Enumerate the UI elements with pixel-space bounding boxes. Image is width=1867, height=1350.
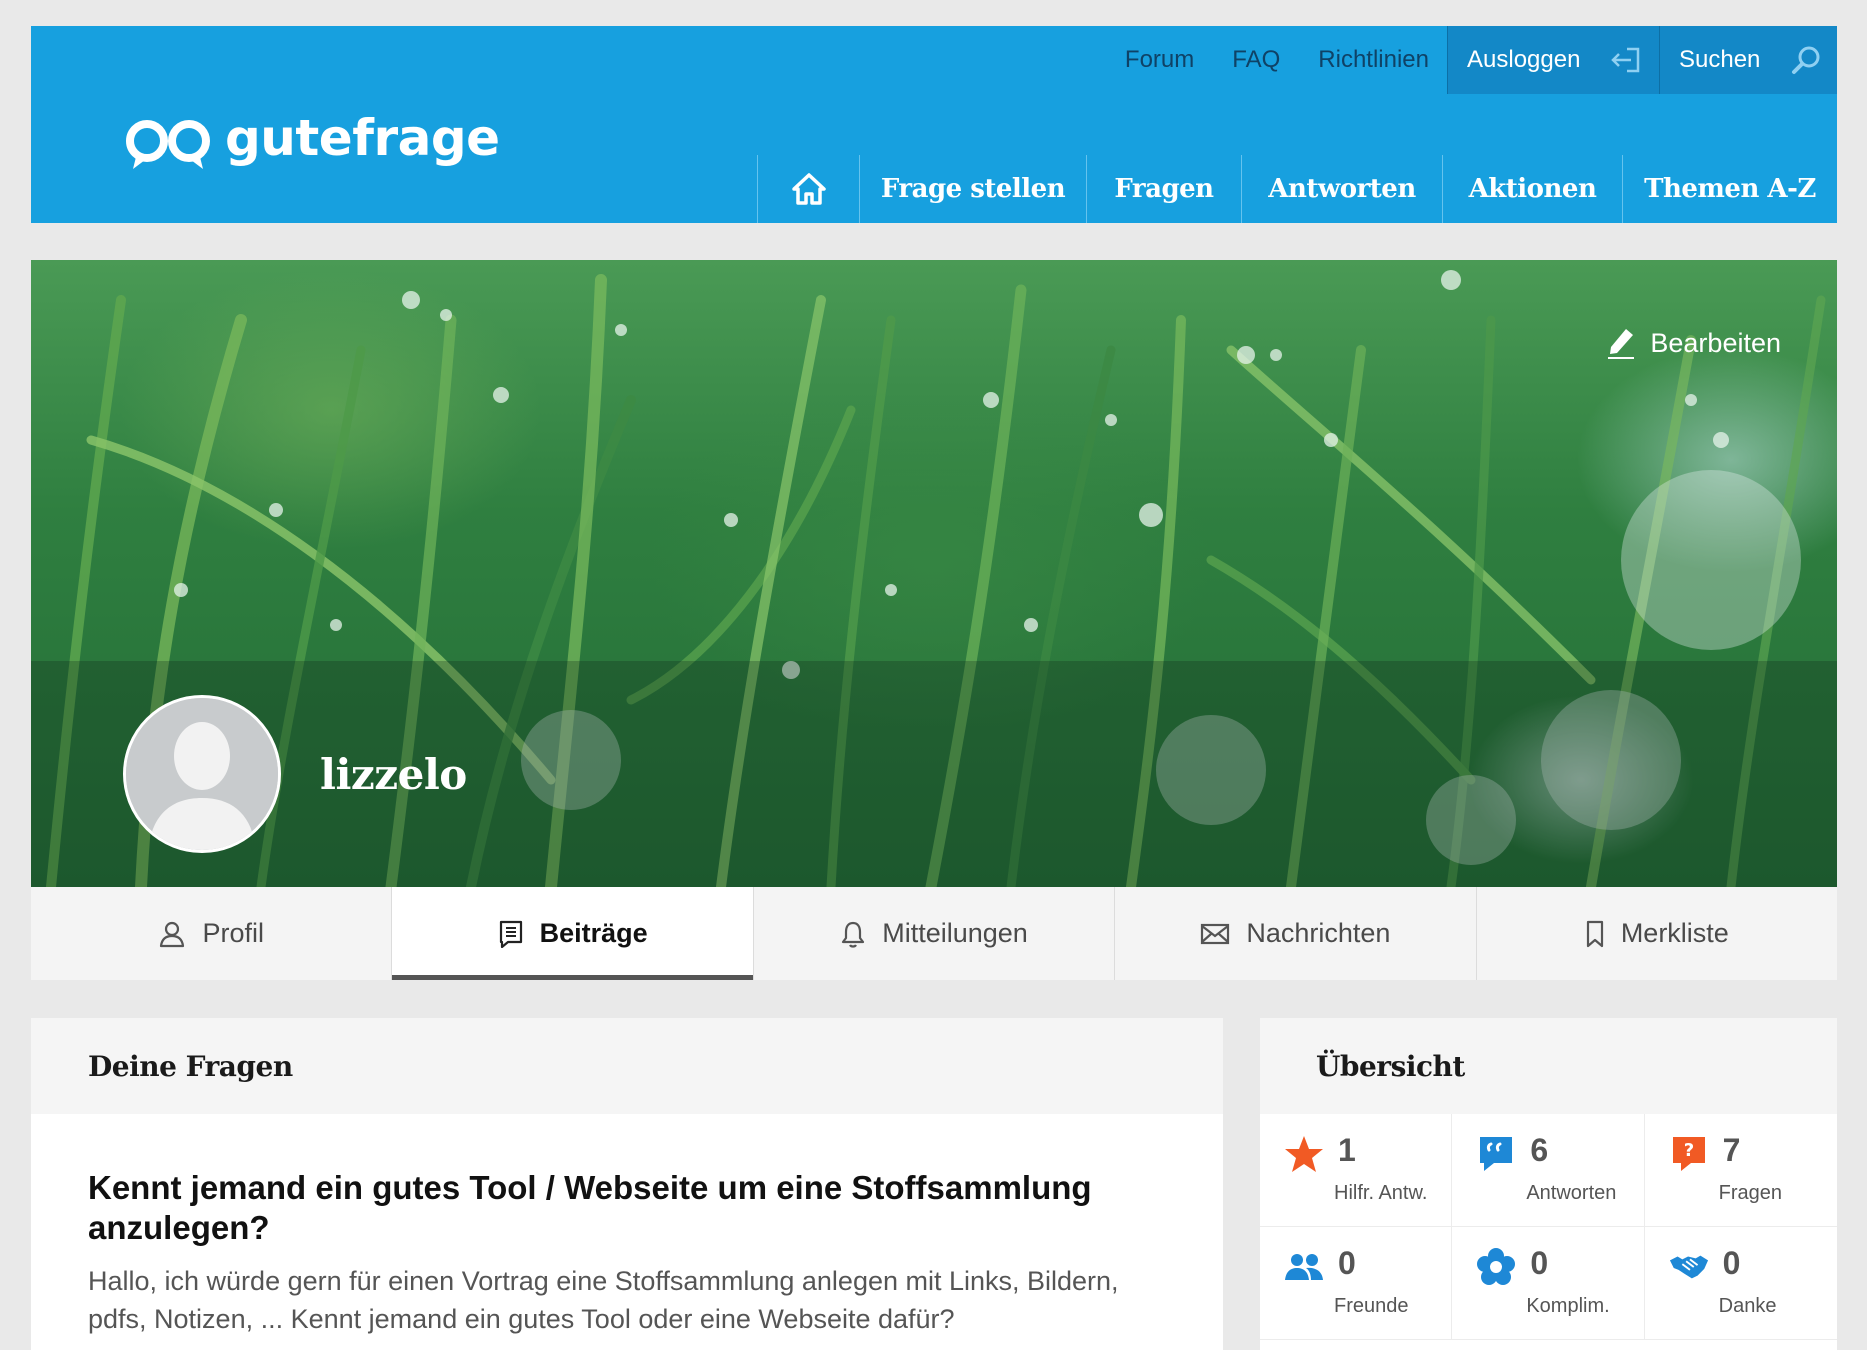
pencil-icon	[1608, 329, 1635, 359]
question-title-link[interactable]: Kennt jemand ein gutes Tool / Webseite u…	[88, 1168, 1166, 1248]
stat-value: 0	[1338, 1245, 1356, 1281]
home-icon	[791, 173, 826, 205]
tab-nachrichten[interactable]: Nachrichten	[1114, 887, 1475, 980]
logout-label: Ausloggen	[1467, 46, 1581, 73]
overview-stats-grid: 1 Hilfr. Antw. 6 Antworten ? 7 Fragen 0 …	[1260, 1114, 1837, 1340]
edit-cover-label: Bearbeiten	[1650, 327, 1781, 358]
stat-value: 1	[1338, 1132, 1356, 1168]
tab-beitraege-label: Beiträge	[539, 918, 648, 948]
tab-merkliste-label: Merkliste	[1620, 918, 1729, 948]
site-header: gutefrage Forum FAQ Richtlinien Auslogge…	[31, 26, 1837, 223]
search-button[interactable]: Suchen	[1659, 26, 1837, 94]
search-label: Suchen	[1679, 46, 1761, 73]
envelope-icon	[1201, 923, 1230, 944]
top-link-richtlinien[interactable]: Richtlinien	[1299, 26, 1447, 94]
tab-profil-label: Profil	[202, 918, 264, 948]
nav-frage-stellen[interactable]: Frage stellen	[859, 155, 1086, 223]
bell-icon	[842, 921, 865, 948]
tab-beitraege[interactable]: Beiträge	[391, 887, 754, 980]
profile-cover-image: Bearbeiten lizzelo	[31, 260, 1837, 887]
stat-hilfreiche-antworten[interactable]: 1 Hilfr. Antw.	[1260, 1114, 1453, 1227]
stat-label: Antworten	[1526, 1182, 1617, 1204]
questions-heading: Deine Fragen	[31, 1018, 1223, 1114]
nav-home[interactable]	[757, 155, 859, 223]
stat-fragen[interactable]: ? 7 Fragen	[1644, 1114, 1837, 1227]
tab-profil[interactable]: Profil	[31, 887, 391, 980]
top-nav: Forum FAQ Richtlinien Ausloggen Suchen	[1106, 26, 1837, 94]
stat-label: Komplim.	[1526, 1295, 1610, 1317]
stat-value: 6	[1530, 1132, 1549, 1168]
search-icon	[1792, 46, 1820, 74]
logo-icon	[126, 120, 210, 169]
top-link-faq[interactable]: FAQ	[1213, 26, 1299, 94]
logout-button[interactable]: Ausloggen	[1447, 26, 1659, 94]
nav-aktionen[interactable]: Aktionen	[1442, 155, 1622, 223]
main-nav: Frage stellen Fragen Antworten Aktionen …	[757, 155, 1837, 223]
tab-merkliste[interactable]: Merkliste	[1475, 887, 1837, 980]
svg-text:?: ?	[1683, 1140, 1693, 1161]
quote-bubble-icon	[1480, 1137, 1513, 1171]
stat-value: 0	[1722, 1245, 1741, 1281]
tab-nachrichten-label: Nachrichten	[1246, 918, 1391, 948]
stat-freunde[interactable]: 0 Freunde	[1260, 1227, 1453, 1340]
posts-icon	[499, 920, 522, 948]
stat-value: 0	[1530, 1245, 1549, 1281]
stat-label: Hilfr. Antw.	[1334, 1182, 1428, 1204]
stat-label: Danke	[1718, 1295, 1777, 1317]
avatar-placeholder-icon	[126, 698, 278, 850]
logo-text: gutefrage	[225, 109, 500, 167]
flower-icon	[1477, 1248, 1516, 1285]
question-bubble-icon: ?	[1672, 1137, 1705, 1171]
nav-fragen[interactable]: Fragen	[1086, 155, 1241, 223]
bookmark-icon	[1586, 920, 1603, 947]
profile-username: lizzelo	[320, 750, 467, 799]
stat-label: Fragen	[1718, 1182, 1783, 1204]
star-icon	[1285, 1136, 1323, 1172]
logout-icon	[1611, 47, 1640, 73]
friends-icon	[1285, 1254, 1323, 1280]
stat-danke[interactable]: 0 Danke	[1644, 1227, 1837, 1340]
handshake-icon	[1669, 1255, 1708, 1279]
stat-antworten[interactable]: 6 Antworten	[1452, 1114, 1645, 1227]
user-icon	[160, 921, 185, 947]
tab-mitteilungen[interactable]: Mitteilungen	[752, 887, 1114, 980]
overview-heading: Übersicht	[1260, 1018, 1837, 1114]
questions-panel: Deine Fragen Kennt jemand ein gutes Tool…	[31, 1018, 1223, 1350]
stat-value: 7	[1722, 1132, 1741, 1168]
profile-tabs: Profil Beiträge Mitteilungen Nachrichten…	[31, 887, 1837, 980]
cover-overlay-band	[31, 661, 1837, 887]
nav-themen-az[interactable]: Themen A-Z	[1622, 155, 1837, 223]
tab-mitteilungen-label: Mitteilungen	[882, 918, 1028, 948]
top-link-forum[interactable]: Forum	[1106, 26, 1213, 94]
avatar[interactable]	[123, 695, 281, 853]
overview-panel: Übersicht 1 Hilfr. Antw. 6 Antworten ? 7…	[1260, 1018, 1837, 1350]
site-logo[interactable]: gutefrage	[123, 104, 500, 184]
stat-komplimente[interactable]: 0 Komplim.	[1452, 1227, 1645, 1340]
edit-cover-button[interactable]: Bearbeiten	[1606, 326, 1781, 360]
stat-label: Freunde	[1334, 1295, 1409, 1317]
nav-antworten[interactable]: Antworten	[1241, 155, 1442, 223]
question-excerpt: Hallo, ich würde gern für einen Vortrag …	[88, 1266, 1119, 1334]
